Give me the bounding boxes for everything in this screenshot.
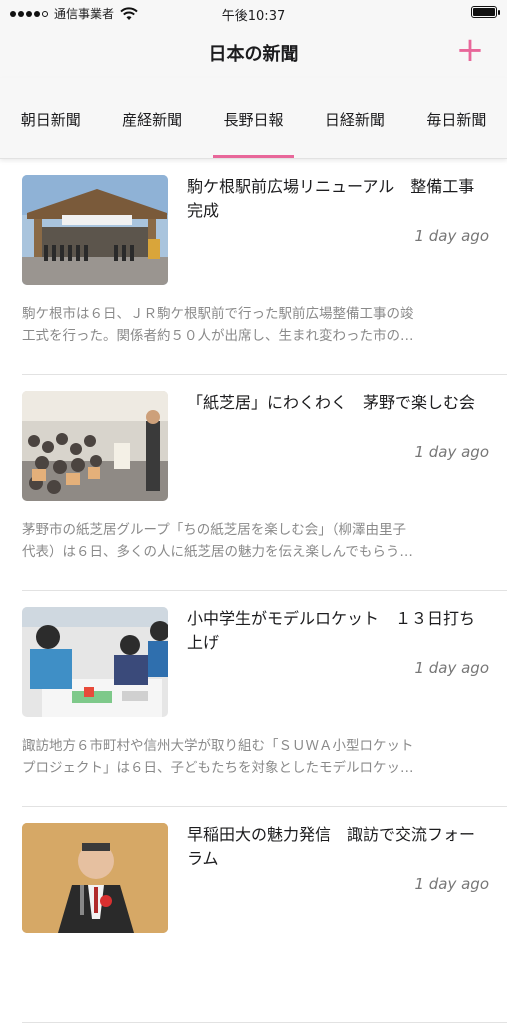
article-headline: 小中学生がモデルロケット １３日打ち上げ (187, 609, 476, 652)
article-headline: 「紙芝居」にわくわく 茅野で楽しむ会 (187, 393, 476, 412)
tab-nikkei[interactable]: 日経新聞 (304, 78, 405, 158)
article-row[interactable]: 駒ケ根駅前広場リニューアル 整備工事完成 1 day ago 駒ケ根市は６日、Ｊ… (22, 159, 507, 375)
article-row[interactable]: 小中学生がモデルロケット １３日打ち上げ 1 day ago 諏訪地方６市町村や… (22, 591, 507, 807)
article-thumbnail (22, 823, 168, 933)
article-row[interactable]: 早稲田大の魅力発信 諏訪で交流フォーラム 1 day ago (22, 807, 507, 1023)
summary-line: 工式を行った。関係者約５０人が出席し、生まれ変わった市の… (22, 328, 414, 344)
tab-mainichi[interactable]: 毎日新聞 (406, 78, 507, 158)
article-summary: 茅野市の紙芝居グループ「ちの紙芝居を楽しむ会」（柳澤由里子 代表）は６日、多くの… (22, 519, 487, 563)
article-thumbnail (22, 607, 168, 717)
article-time: 1 day ago (414, 443, 489, 461)
status-bar: 通信事業者 午後10:37 (0, 0, 507, 26)
article-thumbnail (22, 175, 168, 285)
article-summary: 駒ケ根市は６日、ＪＲ駒ケ根駅前で行った駅前広場整備工事の竣 工式を行った。関係者… (22, 303, 487, 347)
newspaper-tabs: 朝日新聞 産経新聞 長野日報 日経新聞 毎日新聞 (0, 78, 507, 159)
add-button[interactable]: + (455, 33, 485, 67)
summary-line: 代表）は６日、多くの人に紙芝居の魅力を伝え楽しんでもらう… (22, 544, 413, 560)
status-time: 午後10:37 (221, 9, 286, 24)
article-thumbnail (22, 391, 168, 501)
navigation-bar: 日本の新聞 + (0, 26, 507, 78)
summary-line: 駒ケ根市は６日、ＪＲ駒ケ根駅前で行った駅前広場整備工事の竣 (22, 306, 414, 322)
page-title: 日本の新聞 (208, 44, 299, 65)
article-time: 1 day ago (414, 227, 489, 245)
article-list: 駒ケ根駅前広場リニューアル 整備工事完成 1 day ago 駒ケ根市は６日、Ｊ… (0, 159, 507, 1023)
summary-line: 茅野市の紙芝居グループ「ちの紙芝居を楽しむ会」（柳澤由里子 (22, 522, 406, 538)
battery-icon (471, 6, 500, 18)
summary-line: プロジェクト」は６日、子どもたちを対象としたモデルロケッ… (22, 760, 414, 776)
tab-asahi[interactable]: 朝日新聞 (0, 78, 101, 158)
article-headline: 駒ケ根駅前広場リニューアル 整備工事完成 (187, 177, 475, 220)
summary-line: 諏訪地方６市町村や信州大学が取り組む「ＳＵＷＡ小型ロケット (22, 738, 414, 754)
tab-sankei[interactable]: 産経新聞 (101, 78, 202, 158)
article-time: 1 day ago (414, 659, 489, 677)
article-row[interactable]: 「紙芝居」にわくわく 茅野で楽しむ会 1 day ago 茅野市の紙芝居グループ… (22, 375, 507, 591)
article-headline: 早稲田大の魅力発信 諏訪で交流フォーラム (187, 825, 476, 868)
article-time: 1 day ago (414, 875, 489, 893)
article-summary: 諏訪地方６市町村や信州大学が取り組む「ＳＵＷＡ小型ロケット プロジェクト」は６日… (22, 735, 487, 779)
tab-nagano-nippo[interactable]: 長野日報 (203, 78, 304, 158)
